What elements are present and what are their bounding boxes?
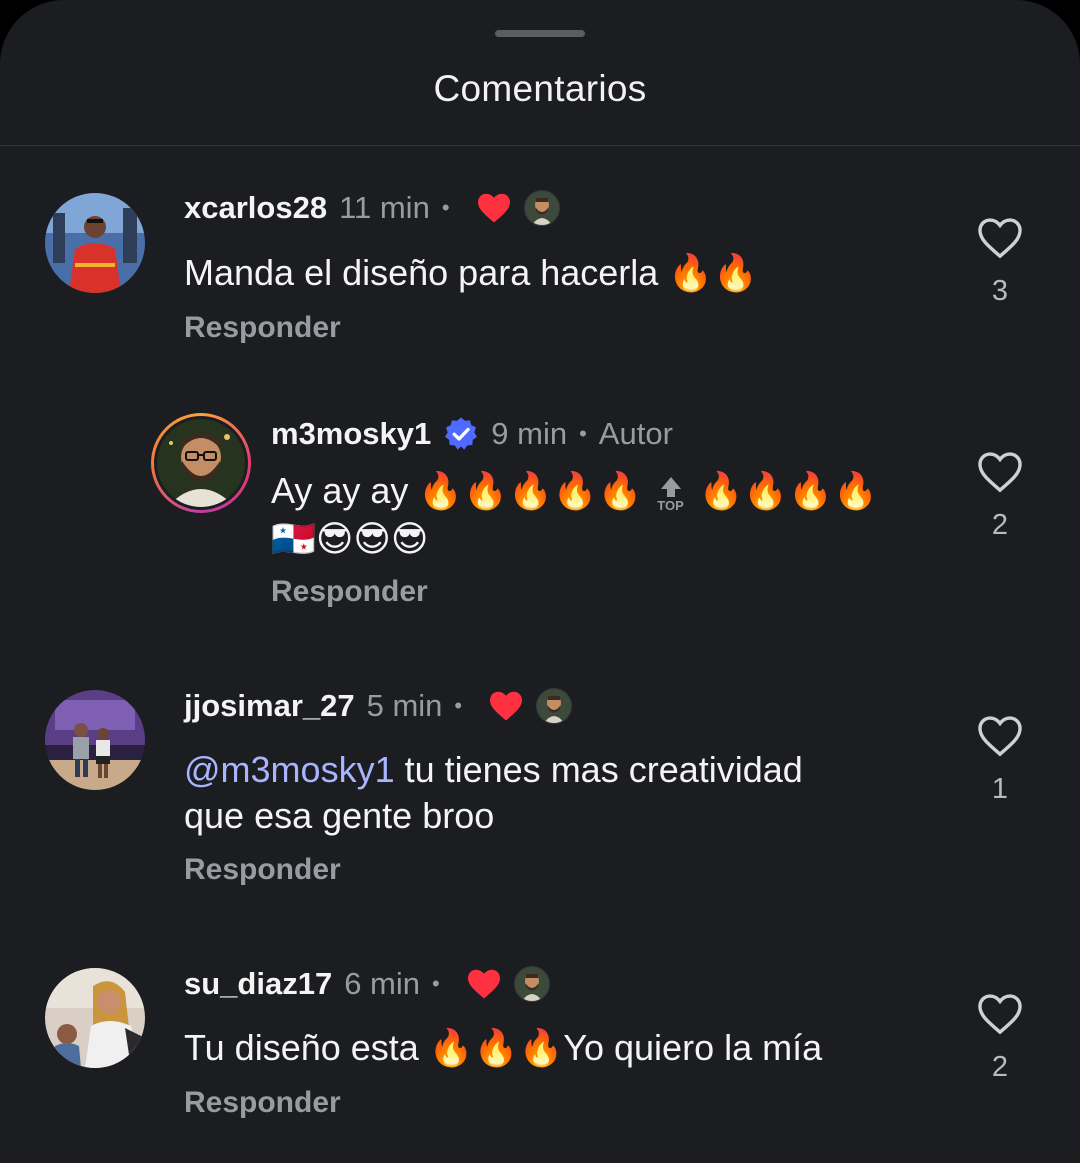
like-column: 2 [970, 451, 1030, 542]
avatar[interactable] [45, 193, 145, 293]
username[interactable]: xcarlos28 [184, 190, 327, 226]
like-count: 2 [991, 509, 1009, 541]
comment-meta: xcarlos28 11 min • [184, 190, 560, 226]
comment-text-line2: que esa gente broo [184, 795, 495, 836]
separator-dot: • [432, 971, 440, 996]
comment-text: Tu diseño esta 🔥🔥🔥Yo quiero la mía [184, 1027, 823, 1068]
separator-dot: • [441, 195, 450, 220]
comment-text-part: 🔥🔥🔥🔥 [698, 470, 878, 511]
username[interactable]: su_diaz17 [184, 966, 332, 1002]
like-heart-icon[interactable] [977, 451, 1023, 493]
comment-meta: m3mosky1 9 min • Autor [271, 416, 673, 452]
author-liked-heart-icon [490, 691, 523, 721]
comment-text: @m3mosky1 tu tienes mas creatividad [184, 747, 803, 793]
timestamp: 5 min [366, 688, 443, 723]
author-label: Autor [598, 416, 673, 451]
comment-text-part: tu tienes mas creatividad [394, 749, 803, 790]
author-mini-avatar [523, 190, 560, 226]
timestamp: 6 min [344, 966, 421, 1001]
like-column: 3 [970, 217, 1030, 308]
reply-button[interactable]: Responder [184, 853, 341, 887]
comment-meta: jjosimar_27 5 min • [184, 688, 573, 724]
like-column: 1 [970, 715, 1030, 806]
author-mini-avatar [536, 688, 573, 724]
timestamp: 9 min [491, 416, 568, 451]
mention-link[interactable]: @m3mosky1 [184, 749, 395, 790]
like-column: 2 [970, 993, 1030, 1084]
author-liked-heart-icon [467, 969, 500, 999]
drag-handle[interactable] [495, 30, 585, 37]
verified-badge-icon [445, 417, 478, 450]
comment-text: Manda el diseño para hacerla 🔥🔥 [184, 252, 758, 293]
comment-text-line2: 🇵🇦😎😎😎 [271, 518, 429, 559]
avatar[interactable] [45, 968, 145, 1068]
reply-button[interactable]: Responder [271, 575, 428, 609]
top-label: TOP [657, 498, 684, 514]
avatar[interactable] [45, 690, 145, 790]
username[interactable]: m3mosky1 [271, 416, 431, 452]
timestamp: 11 min [339, 190, 430, 225]
reply-button[interactable]: Responder [184, 311, 341, 345]
like-count: 1 [991, 773, 1009, 805]
like-heart-icon[interactable] [977, 715, 1023, 757]
author-liked-heart-icon [477, 193, 510, 223]
author-avatar[interactable] [151, 413, 251, 513]
reply-button[interactable]: Responder [184, 1086, 341, 1120]
separator-dot: • [454, 693, 463, 718]
header-divider [0, 145, 1080, 146]
comment-text-part: Ay ay ay 🔥🔥🔥🔥🔥 [271, 470, 643, 511]
like-count: 2 [991, 1051, 1009, 1083]
comment-meta: su_diaz17 6 min • [184, 966, 550, 1002]
like-heart-icon[interactable] [977, 217, 1023, 259]
top-arrow-icon: TOP [653, 473, 689, 513]
sheet-title: Comentarios [433, 68, 647, 109]
comments-sheet: Comentarios xcarlos28 11 min • Manda el … [0, 0, 1080, 1163]
like-count: 3 [991, 275, 1009, 307]
like-heart-icon[interactable] [977, 993, 1023, 1035]
comment-text: Ay ay ay 🔥🔥🔥🔥🔥 TOP 🔥🔥🔥🔥 [271, 468, 911, 514]
separator-dot: • [579, 421, 587, 446]
username[interactable]: jjosimar_27 [184, 688, 355, 724]
author-mini-avatar [513, 966, 550, 1002]
